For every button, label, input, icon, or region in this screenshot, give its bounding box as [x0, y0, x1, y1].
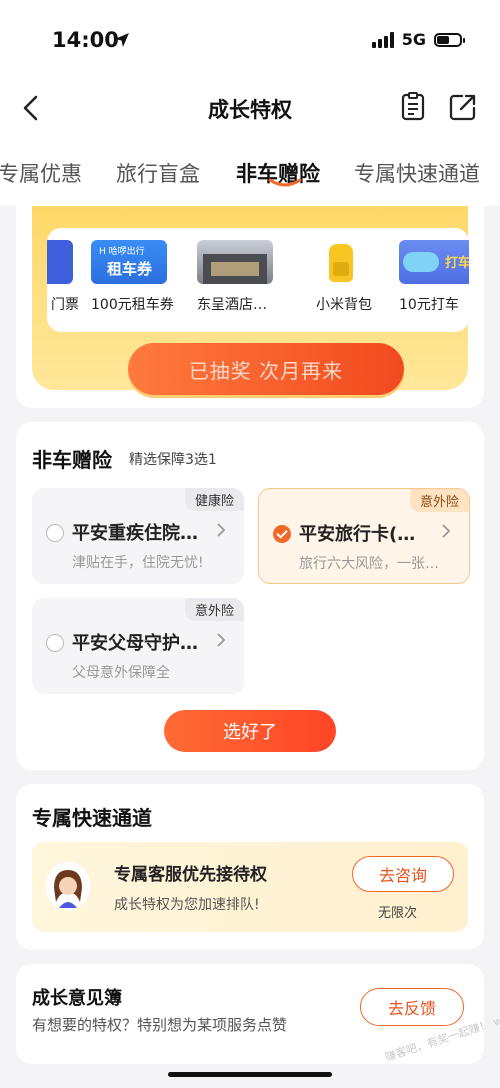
status-time: 14:00: [52, 28, 119, 52]
document-icon[interactable]: [398, 92, 428, 122]
service-title: 专属客服优先接待权: [114, 865, 267, 885]
insurance-name: 平安父母守护…: [72, 633, 198, 654]
home-indicator[interactable]: [168, 1072, 332, 1077]
insurance-desc: 父母意外保障全: [72, 665, 170, 681]
feedback-button[interactable]: 去反馈: [360, 988, 464, 1026]
radio-button[interactable]: [46, 524, 64, 542]
network-type: 5G: [401, 30, 426, 49]
insurance-option-parents-guard[interactable]: 意外险 平安父母守护… 父母意外保障全: [32, 598, 244, 694]
radio-button-checked[interactable]: [273, 525, 291, 543]
tab-travel-blind-box[interactable]: 旅行盲盒: [116, 158, 200, 188]
service-desc: 成长特权为您加速排队!: [114, 897, 260, 913]
insurance-option-travel-card[interactable]: 意外险 平安旅行卡(… 旅行六大风险，一张…: [258, 488, 470, 584]
prize-carousel[interactable]: 门票 H 哈啰出行 租车券 100元租车券 东呈酒店… 小米背包 打车 10元打…: [47, 228, 469, 332]
insurance-tag: 意外险: [184, 598, 244, 621]
insurance-tag: 意外险: [409, 489, 469, 512]
usage-limit: 无限次: [378, 906, 418, 921]
ticket-icon: [47, 240, 73, 284]
section-title: 专属快速通道: [32, 806, 152, 830]
insurance-name: 平安旅行卡(…: [299, 524, 416, 545]
chevron-right-icon: [442, 524, 451, 538]
active-tab-indicator: [268, 178, 302, 187]
insurance-tag: 健康险: [184, 488, 244, 511]
section-title: 成长意见簿: [32, 988, 122, 1009]
section-subtitle: 精选保障3选1: [129, 452, 217, 468]
backpack-icon: [303, 240, 379, 284]
confirm-selection-button[interactable]: 选好了: [164, 710, 336, 752]
insurance-desc: 旅行六大风险，一张…: [299, 556, 439, 572]
prize-item: H 哈啰出行 租车券 100元租车券: [91, 240, 174, 314]
consult-button[interactable]: 去咨询: [352, 856, 454, 892]
location-arrow-icon: [115, 33, 129, 47]
agent-avatar: [46, 862, 90, 910]
chevron-right-icon: [217, 633, 226, 647]
prize-item: 东呈酒店…: [197, 240, 279, 314]
prize-label: 100元租车券: [91, 297, 174, 313]
tab-fast-channel[interactable]: 专属快速通道: [354, 158, 480, 188]
feedback-desc: 有想要的特权？特别想为某项服务点赞: [32, 1016, 288, 1034]
chevron-right-icon: [217, 523, 226, 537]
prize-item: 小米背包: [303, 240, 385, 314]
hotel-photo: [197, 240, 273, 284]
insurance-card: 非车赠险 精选保障3选1 健康险 平安重疾住院… 津贴在手，住院无忧! 意外险 …: [16, 422, 484, 770]
radio-button[interactable]: [46, 634, 64, 652]
prize-label: 10元打车: [399, 297, 459, 313]
draw-button[interactable]: 已抽奖 次月再来: [128, 343, 404, 395]
status-indicators: 5G: [371, 30, 465, 49]
signal-icon: [371, 31, 394, 48]
prize-item: 门票: [47, 240, 79, 314]
taxi-icon: 打车: [399, 240, 469, 284]
fast-channel-card: 专属快速通道 专属客服优先接待权 成长特权为您加速排队! 去咨询 无限次: [16, 784, 484, 950]
insurance-option-critical-illness[interactable]: 健康险 平安重疾住院… 津贴在手，住院无忧!: [32, 488, 244, 584]
tab-exclusive-offers[interactable]: 专属优惠: [0, 158, 82, 188]
prize-label: 东呈酒店…: [197, 297, 267, 313]
share-icon[interactable]: [448, 92, 478, 122]
insurance-name: 平安重疾住院…: [72, 523, 198, 544]
insurance-desc: 津贴在手，住院无忧!: [72, 555, 204, 571]
prize-label: 门票: [51, 297, 79, 313]
section-title: 非车赠险: [32, 448, 112, 472]
service-panel: 专属客服优先接待权 成长特权为您加速排队! 去咨询 无限次: [32, 842, 468, 932]
battery-icon: [434, 32, 465, 47]
prize-item: 打车 10元打车: [399, 240, 469, 314]
car-rental-coupon-icon: H 哈啰出行 租车券: [91, 240, 167, 284]
lottery-card: 门票 H 哈啰出行 租车券 100元租车券 东呈酒店… 小米背包 打车 10元打…: [16, 206, 484, 408]
tab-bar: 专属优惠 旅行盲盒 非车赠险 专属快速通道: [0, 136, 500, 206]
prize-label: 小米背包: [316, 297, 372, 313]
nav-header: 成长特权: [0, 80, 500, 136]
status-bar: 14:00 5G: [0, 0, 500, 80]
